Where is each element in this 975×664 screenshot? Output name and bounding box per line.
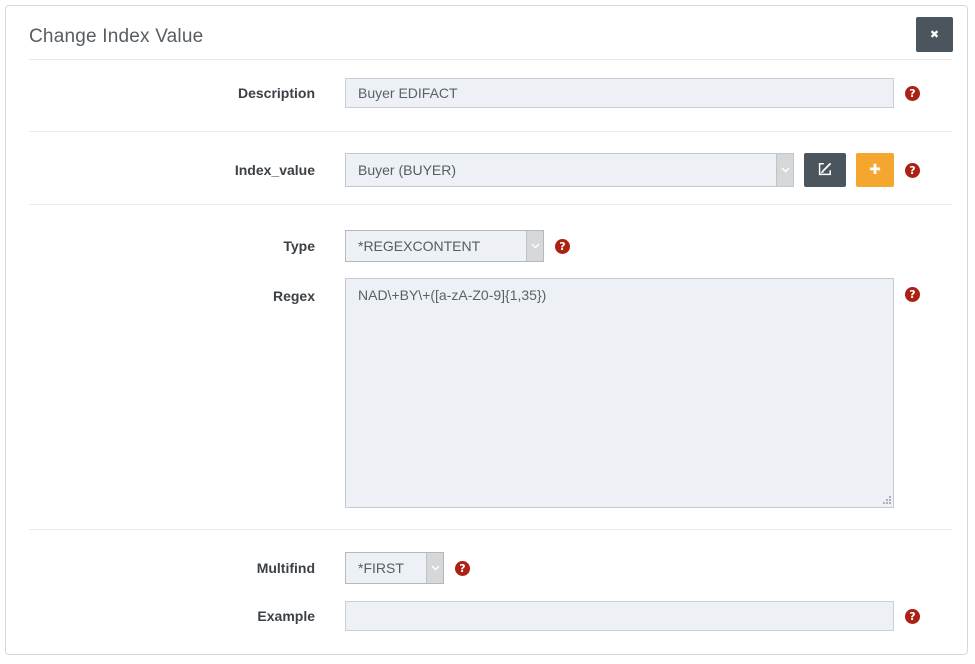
modal-header: Change Index Value ✖ xyxy=(6,6,967,59)
type-row: Type *REGEXCONTENT ? xyxy=(6,230,967,262)
help-icon[interactable]: ? xyxy=(905,609,920,624)
example-label: Example xyxy=(6,608,315,624)
description-input[interactable] xyxy=(345,78,894,108)
multifind-select[interactable]: *FIRST xyxy=(345,552,444,584)
index-value-selected-option: Buyer (BUYER) xyxy=(358,162,456,178)
multifind-selected-option: *FIRST xyxy=(358,560,404,576)
index-value-select[interactable]: Buyer (BUYER) xyxy=(345,153,794,187)
plus-icon: ✚ xyxy=(869,162,881,178)
description-row: Description ? xyxy=(6,78,967,108)
regex-row: Regex ? xyxy=(6,278,967,508)
type-regex-section: Type *REGEXCONTENT ? Regex ? xyxy=(6,205,967,529)
regex-textarea-wrap xyxy=(345,278,894,508)
help-icon[interactable]: ? xyxy=(905,163,920,178)
description-label: Description xyxy=(6,85,315,101)
regex-label: Regex xyxy=(6,278,315,304)
page-title: Change Index Value xyxy=(29,26,952,48)
chevron-down-icon xyxy=(526,231,543,261)
chevron-down-icon xyxy=(776,154,793,186)
index-value-label: Index_value xyxy=(6,162,315,178)
edit-index-value-button[interactable] xyxy=(804,153,846,187)
help-icon[interactable]: ? xyxy=(455,561,470,576)
description-section: Description ? xyxy=(6,60,967,131)
type-select[interactable]: *REGEXCONTENT xyxy=(345,230,544,262)
index-value-row: Index_value Buyer (BUYER) ✚ xyxy=(6,153,967,187)
help-icon[interactable]: ? xyxy=(905,287,920,302)
help-icon[interactable]: ? xyxy=(905,86,920,101)
multifind-row: Multifind *FIRST ? xyxy=(6,552,967,584)
example-row: Example ? xyxy=(6,601,967,631)
regex-textarea[interactable] xyxy=(345,278,894,508)
close-icon: ✖ xyxy=(930,28,939,41)
add-index-value-button[interactable]: ✚ xyxy=(856,153,894,187)
edit-icon xyxy=(817,161,833,180)
example-input[interactable] xyxy=(345,601,894,631)
multifind-label: Multifind xyxy=(6,560,315,576)
change-index-value-modal: Change Index Value ✖ Description ? Index… xyxy=(5,5,968,655)
index-value-section: Index_value Buyer (BUYER) ✚ xyxy=(6,132,967,204)
multifind-example-section: Multifind *FIRST ? Example ? xyxy=(6,530,967,631)
close-button[interactable]: ✖ xyxy=(916,17,953,52)
chevron-down-icon xyxy=(426,553,443,583)
type-selected-option: *REGEXCONTENT xyxy=(358,238,480,254)
type-label: Type xyxy=(6,238,315,254)
help-icon[interactable]: ? xyxy=(555,239,570,254)
